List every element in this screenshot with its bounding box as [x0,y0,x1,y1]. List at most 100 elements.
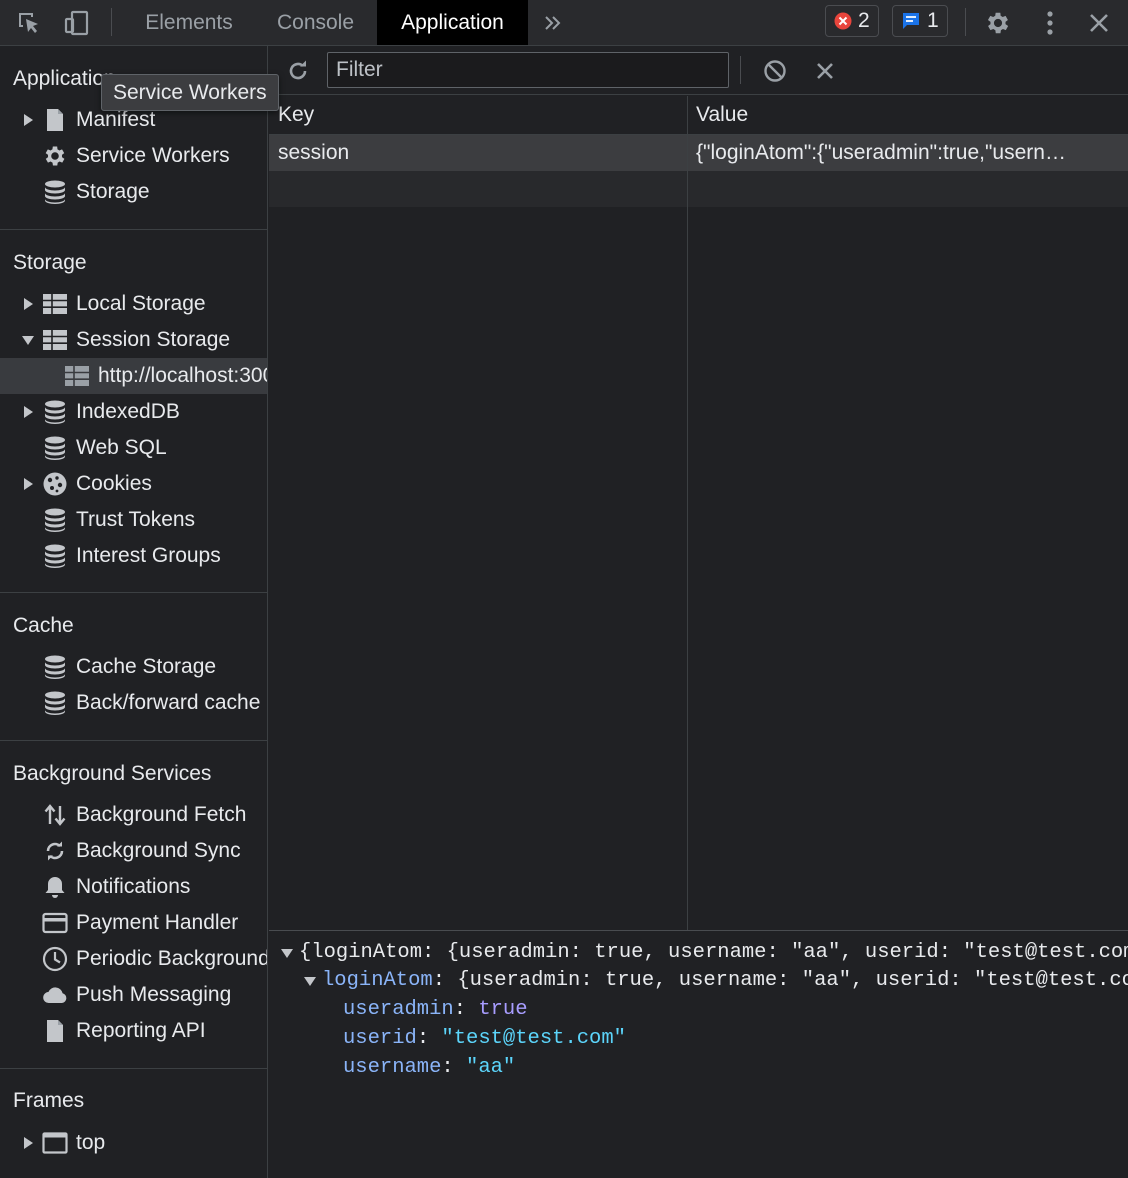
error-icon [834,12,852,30]
sidebar-item-periodic-background-sync[interactable]: Periodic Background Sync [0,941,267,977]
sidebar-item-storage[interactable]: Storage [0,174,267,210]
sidebar-item-label: Reporting API [76,1019,206,1042]
chevron-double-right-icon[interactable] [538,8,568,38]
sidebar-item-reporting-api[interactable]: Reporting API [0,1013,267,1049]
sidebar-item-background-sync[interactable]: Background Sync [0,833,267,869]
database-icon [42,435,68,461]
sidebar-item-indexeddb[interactable]: IndexedDB [0,394,267,430]
sidebar-item-label: Local Storage [76,292,206,315]
sidebar-item-back-forward-cache[interactable]: Back/forward cache [0,685,267,721]
database-icon [42,543,68,569]
expand-arrow-icon[interactable] [24,1137,33,1149]
preview-child-key: loginAtom [322,969,433,992]
device-toolbar-icon[interactable] [62,8,92,38]
sidebar-item-label: top [76,1131,106,1154]
sidebar-item-trust-tokens[interactable]: Trust Tokens [0,502,267,538]
sidebar-item-local-storage[interactable]: Local Storage [0,286,267,322]
storage-view: Key Value session {"loginAtom":{"useradm… [269,46,1128,1178]
preview-prop: userid: "test@test.com" [343,1027,626,1050]
toolbar-divider [740,56,741,84]
section-title-background-services: Background Services [13,762,212,785]
preview-root[interactable]: {loginAtom: {useradmin: true, username: … [299,938,1128,967]
sidebar-item-frame-top[interactable]: top [0,1125,267,1161]
sidebar-item-cache-storage[interactable]: Cache Storage [0,649,267,685]
messages-badge[interactable]: 1 [892,5,948,37]
prop-key: username [343,1056,442,1079]
filter-input[interactable] [327,52,729,88]
sidebar-item-label: Push Messaging [76,983,232,1006]
section-divider [0,229,267,230]
sidebar-item-label: http://localhost:3000 [98,364,268,387]
database-icon [42,179,68,205]
sidebar-item-label: Storage [76,180,150,203]
sidebar-item-label: IndexedDB [76,400,180,423]
devtools-toolbar: Elements Console Application 2 1 [0,0,1128,46]
sidebar-item-label: Background Sync [76,839,241,862]
sidebar-item-label: Web SQL [76,436,167,459]
cell-key: session [278,141,350,164]
section-divider [0,592,267,593]
delete-selected-icon[interactable] [810,56,840,86]
refresh-icon[interactable] [283,56,313,86]
sidebar-item-background-fetch[interactable]: Background Fetch [0,797,267,833]
section-title-storage: Storage [13,251,87,274]
gear-icon [42,143,68,169]
sidebar-item-service-workers[interactable]: Service Workers [0,138,267,174]
sidebar-item-label: Service Workers [76,144,230,167]
expand-arrow-icon[interactable] [24,114,33,126]
frame-icon [42,1130,68,1156]
sidebar-item-web-sql[interactable]: Web SQL [0,430,267,466]
section-title-cache: Cache [13,614,74,637]
clear-all-icon[interactable] [760,56,790,86]
credit-card-icon [42,910,68,936]
prop-value: "aa" [466,1056,516,1079]
sidebar-item-label: Notifications [76,875,191,898]
expand-arrow-icon[interactable] [24,406,33,418]
preview-child[interactable]: loginAtom: {useradmin: true, username: "… [322,966,1128,995]
column-header-value[interactable]: Value [696,96,748,134]
inspect-element-icon[interactable] [14,8,44,38]
application-sidebar: Application Manifest Service Workers Sto… [0,46,268,1178]
sync-icon [42,838,68,864]
errors-badge[interactable]: 2 [825,5,879,37]
sidebar-item-cookies[interactable]: Cookies [0,466,267,502]
file-icon [42,107,68,133]
preview-child-summary: {useradmin: true, username: "aa", userid… [457,969,1128,992]
prop-value: true [478,998,528,1021]
expand-arrow-icon[interactable] [24,298,33,310]
sidebar-item-label: Payment Handler [76,911,239,934]
sidebar-item-label: Background Fetch [76,803,247,826]
collapse-arrow-icon[interactable] [281,949,293,958]
sidebar-item-label: Manifest [76,108,156,131]
more-vertical-icon[interactable] [1036,7,1064,39]
tab-application[interactable]: Application [377,0,528,45]
sidebar-item-session-storage[interactable]: Session Storage [0,322,267,358]
toolbar-divider [965,8,966,36]
sidebar-item-notifications[interactable]: Notifications [0,869,267,905]
tab-elements[interactable]: Elements [128,0,250,45]
sidebar-item-push-messaging[interactable]: Push Messaging [0,977,267,1013]
sidebar-item-session-origin[interactable]: http://localhost:3000 [0,358,268,394]
column-header-key[interactable]: Key [278,96,314,134]
column-divider [687,96,688,930]
sidebar-item-payment-handler[interactable]: Payment Handler [0,905,267,941]
file-icon [42,1018,68,1044]
message-icon [901,11,921,31]
sidebar-item-label: Trust Tokens [76,508,196,531]
section-divider [0,1068,267,1069]
tab-console[interactable]: Console [258,0,373,45]
database-icon [42,399,68,425]
toolbar-divider [111,8,112,36]
gear-icon[interactable] [982,7,1014,39]
sidebar-item-interest-groups[interactable]: Interest Groups [0,538,267,574]
value-preview: {loginAtom: {useradmin: true, username: … [269,932,1128,1178]
collapse-arrow-icon[interactable] [22,336,34,345]
close-icon[interactable] [1085,8,1113,38]
table-row[interactable]: session {"loginAtom":{"useradmin":true,"… [269,135,1128,171]
table-icon [42,291,68,317]
expand-arrow-icon[interactable] [24,478,33,490]
tooltip: Service Workers [101,74,279,111]
collapse-arrow-icon[interactable] [304,977,316,986]
section-title-frames: Frames [13,1089,85,1112]
prop-key: useradmin [343,998,454,1021]
